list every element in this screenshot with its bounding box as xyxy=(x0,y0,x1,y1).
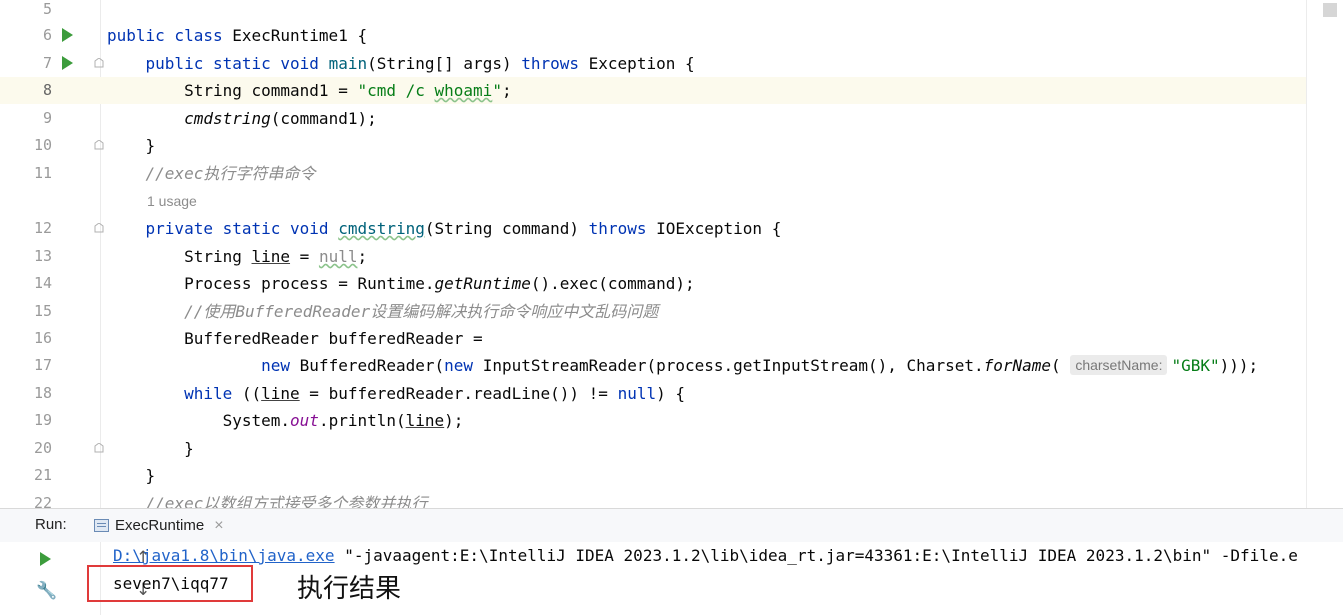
line-number: 11 xyxy=(33,164,52,182)
line-number: 21 xyxy=(33,466,52,484)
code-text: public class ExecRuntime1 { xyxy=(107,26,368,45)
code-text: new BufferedReader(new InputStreamReader… xyxy=(261,355,1259,375)
line-number: 14 xyxy=(33,274,52,292)
line-number: 9 xyxy=(42,109,52,127)
code-line[interactable]: 11 //exec执行字符串命令 xyxy=(0,160,1343,187)
code-text: } xyxy=(107,136,156,155)
code-line[interactable]: 13 String line = null; xyxy=(0,243,1343,270)
run-side-toolbar: 🔧 xyxy=(0,542,62,615)
code-line[interactable]: 14 Process process = Runtime.getRuntime(… xyxy=(0,270,1343,297)
code-text: String command1 = "cmd /c whoami"; xyxy=(107,81,512,100)
line-number: 8 xyxy=(42,81,52,99)
run-tab-label: ExecRuntime xyxy=(115,517,205,534)
run-tab-execruntime[interactable]: ExecRuntime × xyxy=(90,509,228,542)
code-text: } xyxy=(107,439,194,458)
code-line[interactable]: 16 BufferedReader bufferedReader = xyxy=(0,325,1343,352)
code-line[interactable]: 17 new BufferedReader(new InputStreamRea… xyxy=(0,352,1343,379)
code-line[interactable]: 7 public static void main(String[] args)… xyxy=(0,50,1343,77)
line-number: 13 xyxy=(33,247,52,265)
code-text: //exec以数组方式接受多个参数并执行 xyxy=(145,494,428,508)
line-number: 18 xyxy=(33,384,52,402)
code-text: //exec执行字符串命令 xyxy=(145,164,316,183)
code-line[interactable]: 20 } xyxy=(0,435,1343,462)
code-text: System.out.println(line); xyxy=(107,411,464,430)
code-line[interactable]: 15 //使用BufferedReader设置编码解决执行命令响应中文乱码问题 xyxy=(0,298,1343,325)
code-line[interactable]: 12 private static void cmdstring(String … xyxy=(0,215,1343,242)
code-text: Process process = Runtime.getRuntime().e… xyxy=(107,274,695,293)
line-number: 16 xyxy=(33,329,52,347)
line-number: 17 xyxy=(33,356,52,374)
scroll-marker xyxy=(1323,3,1337,17)
code-text: private static void cmdstring(String com… xyxy=(145,219,782,238)
java-exe-link[interactable]: D:\java1.8\bin\java.exe xyxy=(113,546,335,565)
code-editor[interactable]: 5 6 public class ExecRuntime1 { 7 public st… xyxy=(0,0,1343,508)
line-number: 5 xyxy=(42,0,52,18)
run-toolbar: Run: ExecRuntime × xyxy=(0,508,1343,543)
annotation-text: 执行结果 xyxy=(297,574,402,604)
usage-hint[interactable]: 1 usage xyxy=(147,188,197,215)
fold-icon[interactable] xyxy=(94,140,104,150)
code-text: } xyxy=(107,466,156,485)
editor-vertical-scrollbar[interactable] xyxy=(1306,0,1343,508)
line-number: 15 xyxy=(33,302,52,320)
console-icon xyxy=(94,519,109,532)
console-command-line: D:\java1.8\bin\java.exe "-javaagent:E:\I… xyxy=(113,544,1298,568)
line-number: 22 xyxy=(33,494,52,508)
run-gutter-icon[interactable] xyxy=(62,56,73,70)
line-number: 10 xyxy=(33,136,52,154)
code-text: public static void main(String[] args) t… xyxy=(145,54,695,73)
usage-hint-line[interactable]: 1 usage xyxy=(0,188,1343,215)
code-line[interactable]: 6 public class ExecRuntime1 { xyxy=(0,22,1343,49)
code-line[interactable]: 21 } xyxy=(0,462,1343,489)
fold-icon[interactable] xyxy=(94,223,104,233)
fold-icon[interactable] xyxy=(94,443,104,453)
wrench-icon[interactable]: 🔧 xyxy=(36,581,57,601)
code-text: while ((line = bufferedReader.readLine()… xyxy=(184,384,685,403)
fold-icon[interactable] xyxy=(94,58,104,68)
line-number: 19 xyxy=(33,411,52,429)
code-line[interactable]: 9 cmdstring(command1); xyxy=(0,105,1343,132)
rerun-icon[interactable] xyxy=(40,552,51,566)
line-number: 6 xyxy=(42,26,52,44)
highlight-box xyxy=(87,565,253,602)
code-line[interactable]: 18 while ((line = bufferedReader.readLin… xyxy=(0,380,1343,407)
code-line[interactable]: 10 } xyxy=(0,132,1343,159)
line-number: 20 xyxy=(33,439,52,457)
run-gutter-icon[interactable] xyxy=(62,28,73,42)
code-line[interactable]: 5 xyxy=(0,0,1343,23)
command-args: "-javaagent:E:\IntelliJ IDEA 2023.1.2\li… xyxy=(334,546,1298,565)
code-line[interactable]: 19 System.out.println(line); xyxy=(0,407,1343,434)
line-number: 7 xyxy=(42,54,52,72)
code-text: cmdstring(command1); xyxy=(184,109,377,128)
line-number: 12 xyxy=(33,219,52,237)
code-text: String line = null; xyxy=(107,247,368,266)
code-text: BufferedReader bufferedReader = xyxy=(107,329,483,348)
code-line[interactable]: 22 //exec以数组方式接受多个参数并执行 xyxy=(0,490,1343,508)
code-text: //使用BufferedReader设置编码解决执行命令响应中文乱码问题 xyxy=(184,302,659,321)
close-tab-icon[interactable]: × xyxy=(214,517,223,535)
code-line[interactable]: 8 String command1 = "cmd /c whoami"; xyxy=(0,77,1343,104)
run-label: Run: xyxy=(35,516,67,533)
run-console: 🔧 ↑ ↓ D:\java1.8\bin\java.exe "-javaagen… xyxy=(0,542,1343,615)
